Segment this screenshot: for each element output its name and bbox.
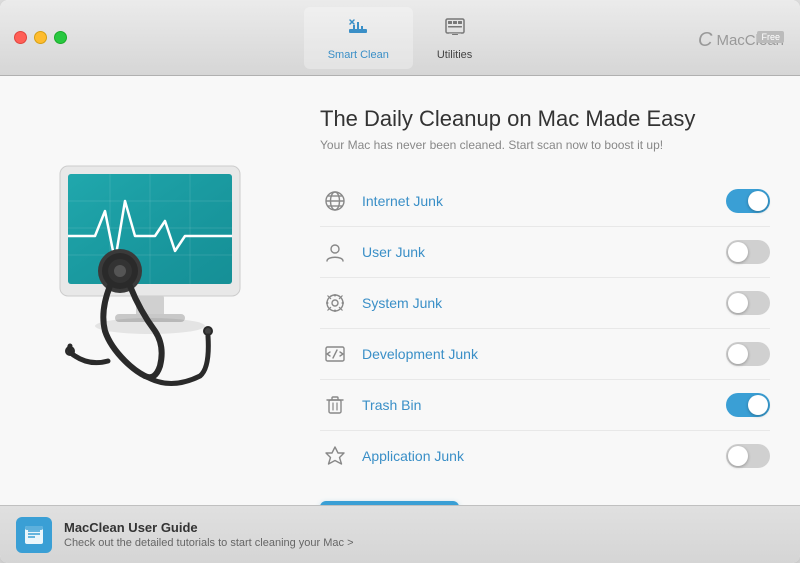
- user-junk-toggle[interactable]: [726, 240, 770, 264]
- system-junk-knob: [728, 293, 748, 313]
- internet-junk-label: Internet Junk: [362, 193, 726, 209]
- application-junk-icon: [320, 441, 350, 471]
- system-junk-toggle[interactable]: [726, 291, 770, 315]
- user-junk-knob: [728, 242, 748, 262]
- development-junk-label: Development Junk: [362, 346, 726, 362]
- development-junk-icon: [320, 339, 350, 369]
- trash-bin-icon: [320, 390, 350, 420]
- smart-clean-icon: [346, 15, 370, 45]
- development-junk-knob: [728, 344, 748, 364]
- right-panel: The Daily Cleanup on Mac Made Easy Your …: [300, 76, 800, 505]
- trash-bin-toggle[interactable]: [726, 393, 770, 417]
- logo-letter: C: [698, 29, 712, 52]
- footer-text: MacClean User Guide Check out the detail…: [64, 520, 354, 549]
- internet-junk-toggle[interactable]: [726, 189, 770, 213]
- footer: MacClean User Guide Check out the detail…: [0, 505, 800, 563]
- internet-junk-knob: [748, 191, 768, 211]
- footer-title: MacClean User Guide: [64, 520, 354, 535]
- toggle-item-system-junk: System Junk: [320, 278, 770, 329]
- development-junk-toggle[interactable]: [726, 342, 770, 366]
- minimize-button[interactable]: [34, 31, 47, 44]
- internet-junk-icon: [320, 186, 350, 216]
- close-button[interactable]: [14, 31, 27, 44]
- trash-bin-knob: [748, 395, 768, 415]
- tab-smart-clean-label: Smart Clean: [328, 49, 389, 61]
- maximize-button[interactable]: [54, 31, 67, 44]
- toggle-item-trash-bin: Trash Bin: [320, 380, 770, 431]
- title-bar: Smart Clean Utilities: [0, 0, 800, 76]
- system-junk-label: System Junk: [362, 295, 726, 311]
- tab-bar: Smart Clean Utilities: [0, 7, 800, 69]
- system-junk-icon: [320, 288, 350, 318]
- footer-subtitle[interactable]: Check out the detailed tutorials to star…: [64, 537, 354, 549]
- utilities-icon: [443, 15, 467, 45]
- main-content: The Daily Cleanup on Mac Made Easy Your …: [0, 76, 800, 505]
- left-panel: [0, 76, 300, 505]
- toggle-item-application-junk: Application Junk: [320, 431, 770, 481]
- mac-illustration: [40, 156, 260, 426]
- toggle-list: Internet Junk User Junk: [320, 176, 770, 481]
- footer-guide-icon: [16, 517, 52, 553]
- application-junk-label: Application Junk: [362, 448, 726, 464]
- application-junk-toggle[interactable]: [726, 444, 770, 468]
- subheadline: Your Mac has never been cleaned. Start s…: [320, 138, 770, 152]
- macclean-logo: Free C MacClean: [698, 23, 784, 52]
- toggle-item-development-junk: Development Junk: [320, 329, 770, 380]
- window-controls: [0, 31, 67, 44]
- user-junk-label: User Junk: [362, 244, 726, 260]
- free-badge: Free: [757, 31, 784, 43]
- headline: The Daily Cleanup on Mac Made Easy: [320, 106, 770, 132]
- toggle-item-user-junk: User Junk: [320, 227, 770, 278]
- user-junk-icon: [320, 237, 350, 267]
- tab-utilities[interactable]: Utilities: [413, 7, 496, 69]
- trash-bin-label: Trash Bin: [362, 397, 726, 413]
- tab-utilities-label: Utilities: [437, 49, 472, 61]
- toggle-item-internet-junk: Internet Junk: [320, 176, 770, 227]
- tab-smart-clean[interactable]: Smart Clean: [304, 7, 413, 69]
- app-window: Smart Clean Utilities: [0, 0, 800, 563]
- application-junk-knob: [728, 446, 748, 466]
